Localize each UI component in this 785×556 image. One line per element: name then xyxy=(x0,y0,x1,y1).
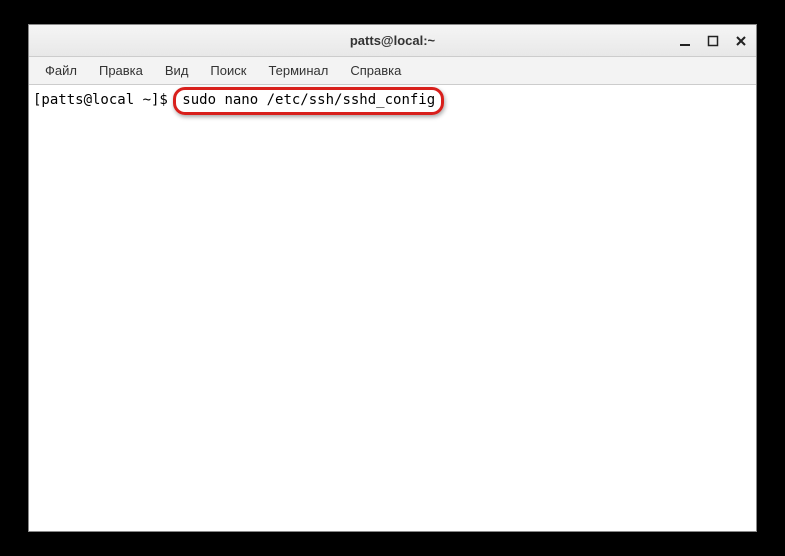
menu-edit[interactable]: Правка xyxy=(89,59,153,82)
menu-view[interactable]: Вид xyxy=(155,59,199,82)
titlebar: patts@local:~ xyxy=(29,25,756,57)
menubar: Файл Правка Вид Поиск Терминал Справка xyxy=(29,57,756,85)
window-controls xyxy=(678,34,748,48)
command-text: sudo nano /etc/ssh/sshd_config xyxy=(182,92,435,108)
menu-search[interactable]: Поиск xyxy=(200,59,256,82)
shell-prompt: [patts@local ~]$ xyxy=(33,91,176,111)
minimize-button[interactable] xyxy=(678,34,692,48)
command-highlight: sudo nano /etc/ssh/sshd_config xyxy=(173,87,444,115)
close-button[interactable] xyxy=(734,34,748,48)
menu-file[interactable]: Файл xyxy=(35,59,87,82)
window-title: patts@local:~ xyxy=(350,33,435,48)
terminal-window: patts@local:~ Файл Правка Вид Поиск Терм… xyxy=(28,24,757,532)
maximize-icon xyxy=(707,35,719,47)
close-icon xyxy=(735,35,747,47)
menu-terminal[interactable]: Терминал xyxy=(258,59,338,82)
menu-help[interactable]: Справка xyxy=(340,59,411,82)
terminal-area[interactable]: [patts@local ~]$ sudo nano /etc/ssh/sshd… xyxy=(29,85,756,531)
terminal-line: [patts@local ~]$ sudo nano /etc/ssh/sshd… xyxy=(33,87,752,115)
minimize-icon xyxy=(679,35,691,47)
maximize-button[interactable] xyxy=(706,34,720,48)
